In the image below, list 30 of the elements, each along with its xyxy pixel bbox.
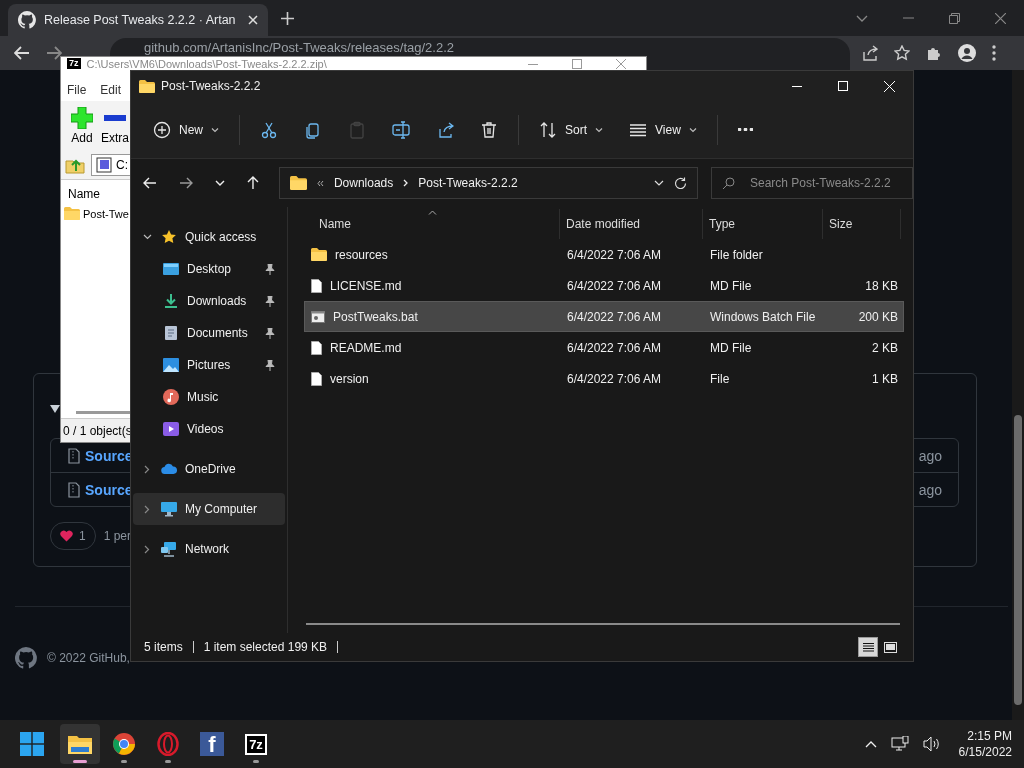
reaction-text: 1 per xyxy=(103,529,132,543)
size-cell: 1 KB xyxy=(872,371,898,386)
date-cell: 6/4/2022 7:06 AM xyxy=(567,340,662,355)
size-cell: 200 KB xyxy=(858,309,898,324)
asset-time: ago xyxy=(918,447,942,464)
file-name: version xyxy=(330,371,369,386)
app-logo: 7z xyxy=(67,58,81,69)
type-cell: File xyxy=(710,371,730,386)
status-text: 5 items xyxy=(144,640,183,654)
facebook-logo: f xyxy=(200,732,224,756)
size-cell: 2 KB xyxy=(872,340,898,355)
date-cell: 6/4/2022 7:06 AM xyxy=(567,371,662,386)
footer-copyright: © 2022 GitHub, xyxy=(47,651,130,665)
size-cell: 18 KB xyxy=(865,278,898,293)
window-title: Post-Tweaks-2.2.2 xyxy=(161,79,261,93)
file-name: PostTweaks.bat xyxy=(333,309,418,324)
app-logo: 7z xyxy=(245,733,267,755)
type-cell: Windows Batch File xyxy=(710,309,816,324)
type-cell: MD File xyxy=(710,278,752,293)
type-cell: File folder xyxy=(710,247,763,262)
file-name: README.md xyxy=(330,340,402,355)
date-cell: 6/4/2022 7:06 AM xyxy=(567,247,662,262)
date-cell: 6/4/2022 7:06 AM xyxy=(567,278,662,293)
asset-time: ago xyxy=(918,481,942,498)
status-text: 1 item selected 199 KB xyxy=(203,640,328,654)
file-name: resources xyxy=(335,247,388,262)
file-name: LICENSE.md xyxy=(330,278,402,293)
tab-title: Release Post Tweaks 2.2.2 · Artan xyxy=(44,13,237,27)
type-cell: MD File xyxy=(710,340,752,355)
date-cell: 6/4/2022 7:06 AM xyxy=(567,309,662,324)
